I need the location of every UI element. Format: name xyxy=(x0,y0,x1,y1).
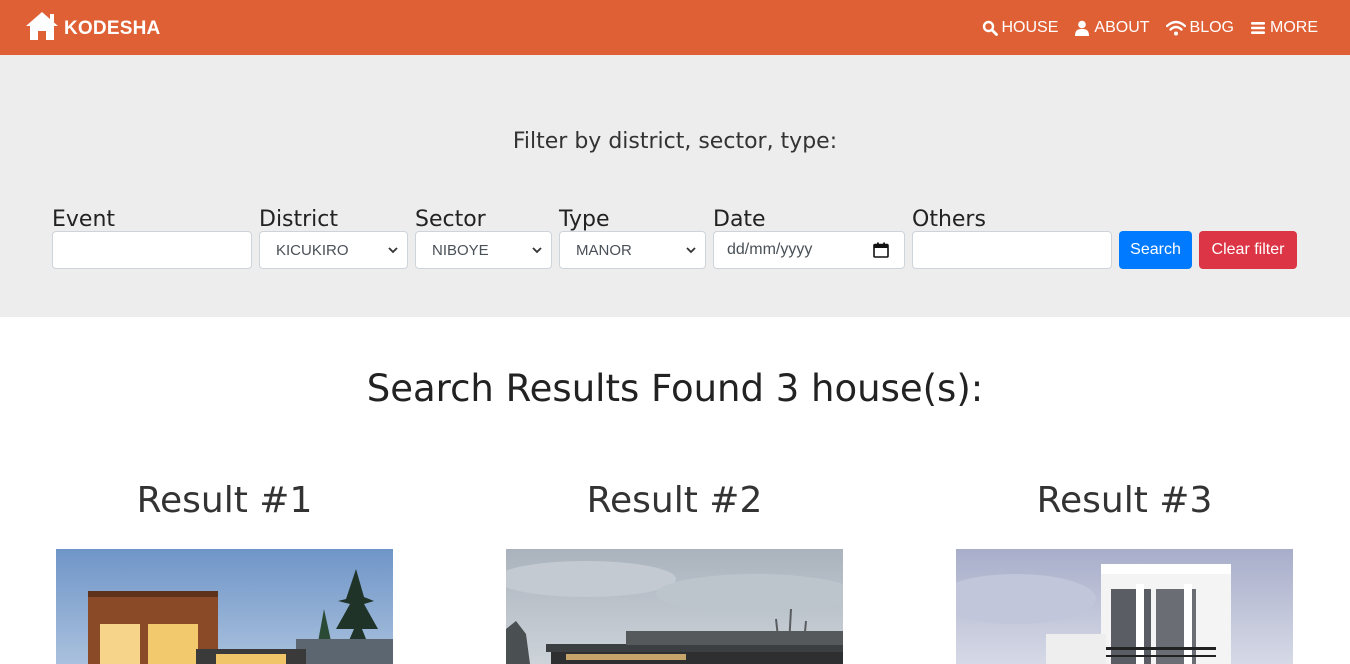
navbar: KODESHA HOUSE ABOUT BLOG MORE xyxy=(0,0,1350,55)
district-select[interactable]: KICUKIRO xyxy=(259,231,408,269)
date-placeholder: dd/mm/yyyy xyxy=(727,241,813,258)
sector-label: Sector xyxy=(415,207,486,232)
filter-title: Filter by district, sector, type: xyxy=(512,129,838,154)
results-heading: Search Results Found 3 house(s): xyxy=(366,367,984,410)
result-image-3[interactable] xyxy=(956,549,1293,664)
search-button[interactable]: Search xyxy=(1119,231,1192,269)
event-input[interactable] xyxy=(52,231,252,269)
sector-select[interactable]: NIBOYE xyxy=(415,231,552,269)
type-value: MANOR xyxy=(576,241,632,259)
nav-menu: HOUSE ABOUT BLOG MORE xyxy=(966,0,1318,55)
nav-item-blog[interactable]: BLOG xyxy=(1165,18,1234,37)
date-input[interactable]: dd/mm/yyyy xyxy=(713,231,905,269)
calendar-icon[interactable] xyxy=(873,242,889,258)
nav-item-more[interactable]: MORE xyxy=(1250,19,1318,37)
result-title: Result #1 xyxy=(136,480,313,521)
nav-item-label: BLOG xyxy=(1189,18,1234,36)
chevron-down-icon xyxy=(686,247,696,254)
wifi-icon xyxy=(1165,20,1190,36)
filter-section: Filter by district, sector, type: Event … xyxy=(0,55,1350,317)
type-label: Type xyxy=(559,207,610,232)
district-label: District xyxy=(259,207,339,232)
chevron-down-icon xyxy=(532,247,542,254)
nav-item-label: HOUSE xyxy=(1001,18,1059,36)
brand-name: KODESHA xyxy=(64,18,161,39)
type-select[interactable]: MANOR xyxy=(559,231,706,269)
result-title: Result #3 xyxy=(1036,480,1213,521)
district-value: KICUKIRO xyxy=(276,241,349,259)
result-image-1[interactable] xyxy=(56,549,393,664)
nav-item-house[interactable]: HOUSE xyxy=(982,18,1059,37)
clear-filter-button[interactable]: Clear filter xyxy=(1199,231,1297,269)
sector-value: NIBOYE xyxy=(432,241,489,259)
nav-item-about[interactable]: ABOUT xyxy=(1074,18,1150,37)
others-label: Others xyxy=(912,207,986,232)
nav-item-label: ABOUT xyxy=(1094,18,1150,36)
search-icon xyxy=(982,20,1002,36)
brand-link[interactable]: KODESHA xyxy=(24,10,160,42)
date-label: Date xyxy=(713,207,766,232)
user-icon xyxy=(1074,20,1094,36)
others-input[interactable] xyxy=(912,231,1112,269)
home-icon xyxy=(24,10,60,42)
event-label: Event xyxy=(52,207,116,232)
chevron-down-icon xyxy=(388,247,398,254)
result-title: Result #2 xyxy=(586,480,763,521)
nav-item-label: MORE xyxy=(1270,18,1318,36)
result-image-2[interactable] xyxy=(506,549,843,664)
menu-icon xyxy=(1250,20,1270,36)
